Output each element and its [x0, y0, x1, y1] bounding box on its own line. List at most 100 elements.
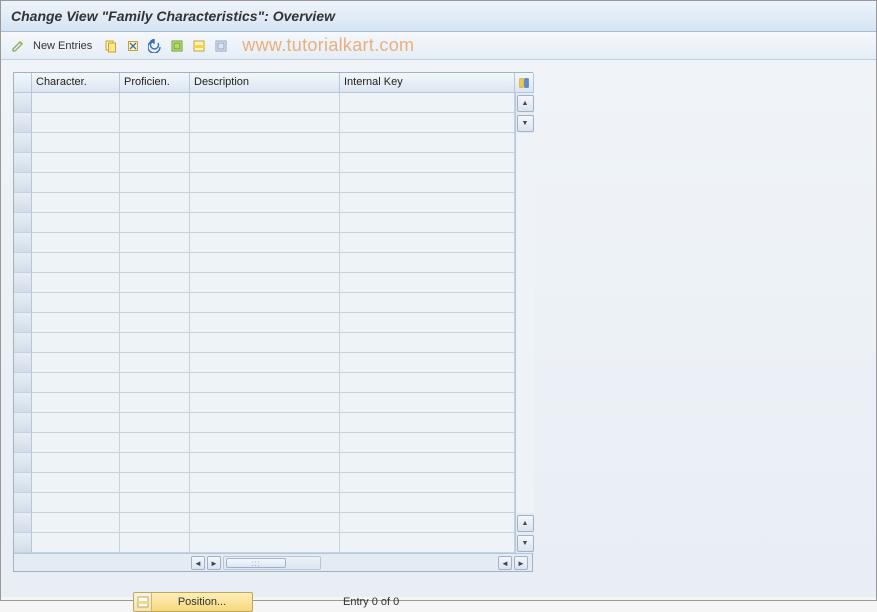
- row-handle[interactable]: [14, 473, 32, 493]
- table-cell[interactable]: [190, 373, 340, 393]
- copy-icon[interactable]: [102, 37, 120, 55]
- row-handle[interactable]: [14, 393, 32, 413]
- table-cell[interactable]: [190, 113, 340, 133]
- table-cell[interactable]: [340, 333, 515, 353]
- vscroll-track[interactable]: [515, 353, 534, 373]
- table-cell[interactable]: [190, 93, 340, 113]
- table-cell[interactable]: [340, 213, 515, 233]
- table-cell[interactable]: [120, 153, 190, 173]
- vscroll-track[interactable]: [515, 273, 534, 293]
- deselect-all-icon[interactable]: [212, 37, 230, 55]
- table-cell[interactable]: [340, 413, 515, 433]
- table-cell[interactable]: [32, 173, 120, 193]
- table-cell[interactable]: [340, 233, 515, 253]
- delete-icon[interactable]: [124, 37, 142, 55]
- table-cell[interactable]: [32, 373, 120, 393]
- table-cell[interactable]: [32, 473, 120, 493]
- table-cell[interactable]: [32, 213, 120, 233]
- col-header-internal-key[interactable]: Internal Key: [340, 73, 515, 93]
- table-cell[interactable]: [32, 533, 120, 553]
- table-cell[interactable]: [120, 513, 190, 533]
- pencil-icon[interactable]: [9, 37, 27, 55]
- table-cell[interactable]: [32, 293, 120, 313]
- row-handle[interactable]: [14, 453, 32, 473]
- vscroll-track[interactable]: [515, 173, 534, 193]
- table-cell[interactable]: [190, 413, 340, 433]
- row-handle[interactable]: [14, 213, 32, 233]
- table-cell[interactable]: [340, 533, 515, 553]
- row-handle[interactable]: [14, 533, 32, 553]
- table-cell[interactable]: [120, 373, 190, 393]
- table-cell[interactable]: [190, 253, 340, 273]
- col-header-character[interactable]: Character.: [32, 73, 120, 93]
- position-button[interactable]: Position...: [133, 592, 253, 612]
- table-cell[interactable]: [120, 133, 190, 153]
- table-cell[interactable]: [190, 473, 340, 493]
- col-header-proficiency[interactable]: Proficien.: [120, 73, 190, 93]
- vscroll-down2-icon[interactable]: ▼: [517, 535, 534, 552]
- table-cell[interactable]: [190, 393, 340, 413]
- vscroll-track[interactable]: [515, 453, 534, 473]
- table-cell[interactable]: [340, 193, 515, 213]
- table-cell[interactable]: [190, 313, 340, 333]
- hscroll-right-icon[interactable]: ►: [207, 556, 221, 570]
- table-cell[interactable]: [190, 493, 340, 513]
- table-cell[interactable]: [120, 353, 190, 373]
- hscroll-left-icon[interactable]: ◄: [191, 556, 205, 570]
- row-handle[interactable]: [14, 493, 32, 513]
- row-handle[interactable]: [14, 193, 32, 213]
- table-cell[interactable]: [32, 433, 120, 453]
- table-cell[interactable]: [120, 333, 190, 353]
- table-cell[interactable]: [120, 453, 190, 473]
- vscroll-track[interactable]: [515, 393, 534, 413]
- table-cell[interactable]: [32, 333, 120, 353]
- row-handle[interactable]: [14, 333, 32, 353]
- table-cell[interactable]: [32, 493, 120, 513]
- table-cell[interactable]: [32, 113, 120, 133]
- table-cell[interactable]: [120, 273, 190, 293]
- row-handle[interactable]: [14, 93, 32, 113]
- vscroll-track[interactable]: [515, 493, 534, 513]
- table-cell[interactable]: [340, 153, 515, 173]
- hscroll2-right-icon[interactable]: ►: [514, 556, 528, 570]
- new-entries-button[interactable]: New Entries: [31, 40, 98, 52]
- vscroll-track[interactable]: [515, 313, 534, 333]
- vscroll-track[interactable]: [515, 193, 534, 213]
- table-cell[interactable]: [120, 473, 190, 493]
- table-cell[interactable]: [340, 253, 515, 273]
- row-handle[interactable]: [14, 373, 32, 393]
- vscroll-track[interactable]: [515, 333, 534, 353]
- table-cell[interactable]: [190, 533, 340, 553]
- table-cell[interactable]: [32, 133, 120, 153]
- table-cell[interactable]: [340, 453, 515, 473]
- table-cell[interactable]: [120, 313, 190, 333]
- table-cell[interactable]: [32, 253, 120, 273]
- vscroll-track[interactable]: [515, 133, 534, 153]
- row-handle[interactable]: [14, 133, 32, 153]
- table-cell[interactable]: [32, 393, 120, 413]
- table-cell[interactable]: [190, 273, 340, 293]
- vscroll-up-icon[interactable]: ▲: [517, 95, 534, 112]
- table-cell[interactable]: [340, 473, 515, 493]
- vscroll-track[interactable]: [515, 293, 534, 313]
- row-handle[interactable]: [14, 353, 32, 373]
- table-cell[interactable]: [32, 273, 120, 293]
- table-cell[interactable]: [32, 413, 120, 433]
- table-cell[interactable]: [190, 233, 340, 253]
- table-cell[interactable]: [32, 93, 120, 113]
- table-cell[interactable]: [340, 293, 515, 313]
- vscroll-track[interactable]: [515, 373, 534, 393]
- row-handle[interactable]: [14, 313, 32, 333]
- table-cell[interactable]: [190, 293, 340, 313]
- table-cell[interactable]: [190, 453, 340, 473]
- row-handle[interactable]: [14, 233, 32, 253]
- row-handle[interactable]: [14, 113, 32, 133]
- table-cell[interactable]: [120, 193, 190, 213]
- table-cell[interactable]: [120, 113, 190, 133]
- table-corner[interactable]: [14, 73, 32, 93]
- table-cell[interactable]: [32, 153, 120, 173]
- table-cell[interactable]: [120, 493, 190, 513]
- table-cell[interactable]: [120, 173, 190, 193]
- row-handle[interactable]: [14, 513, 32, 533]
- vscroll-track[interactable]: [515, 413, 534, 433]
